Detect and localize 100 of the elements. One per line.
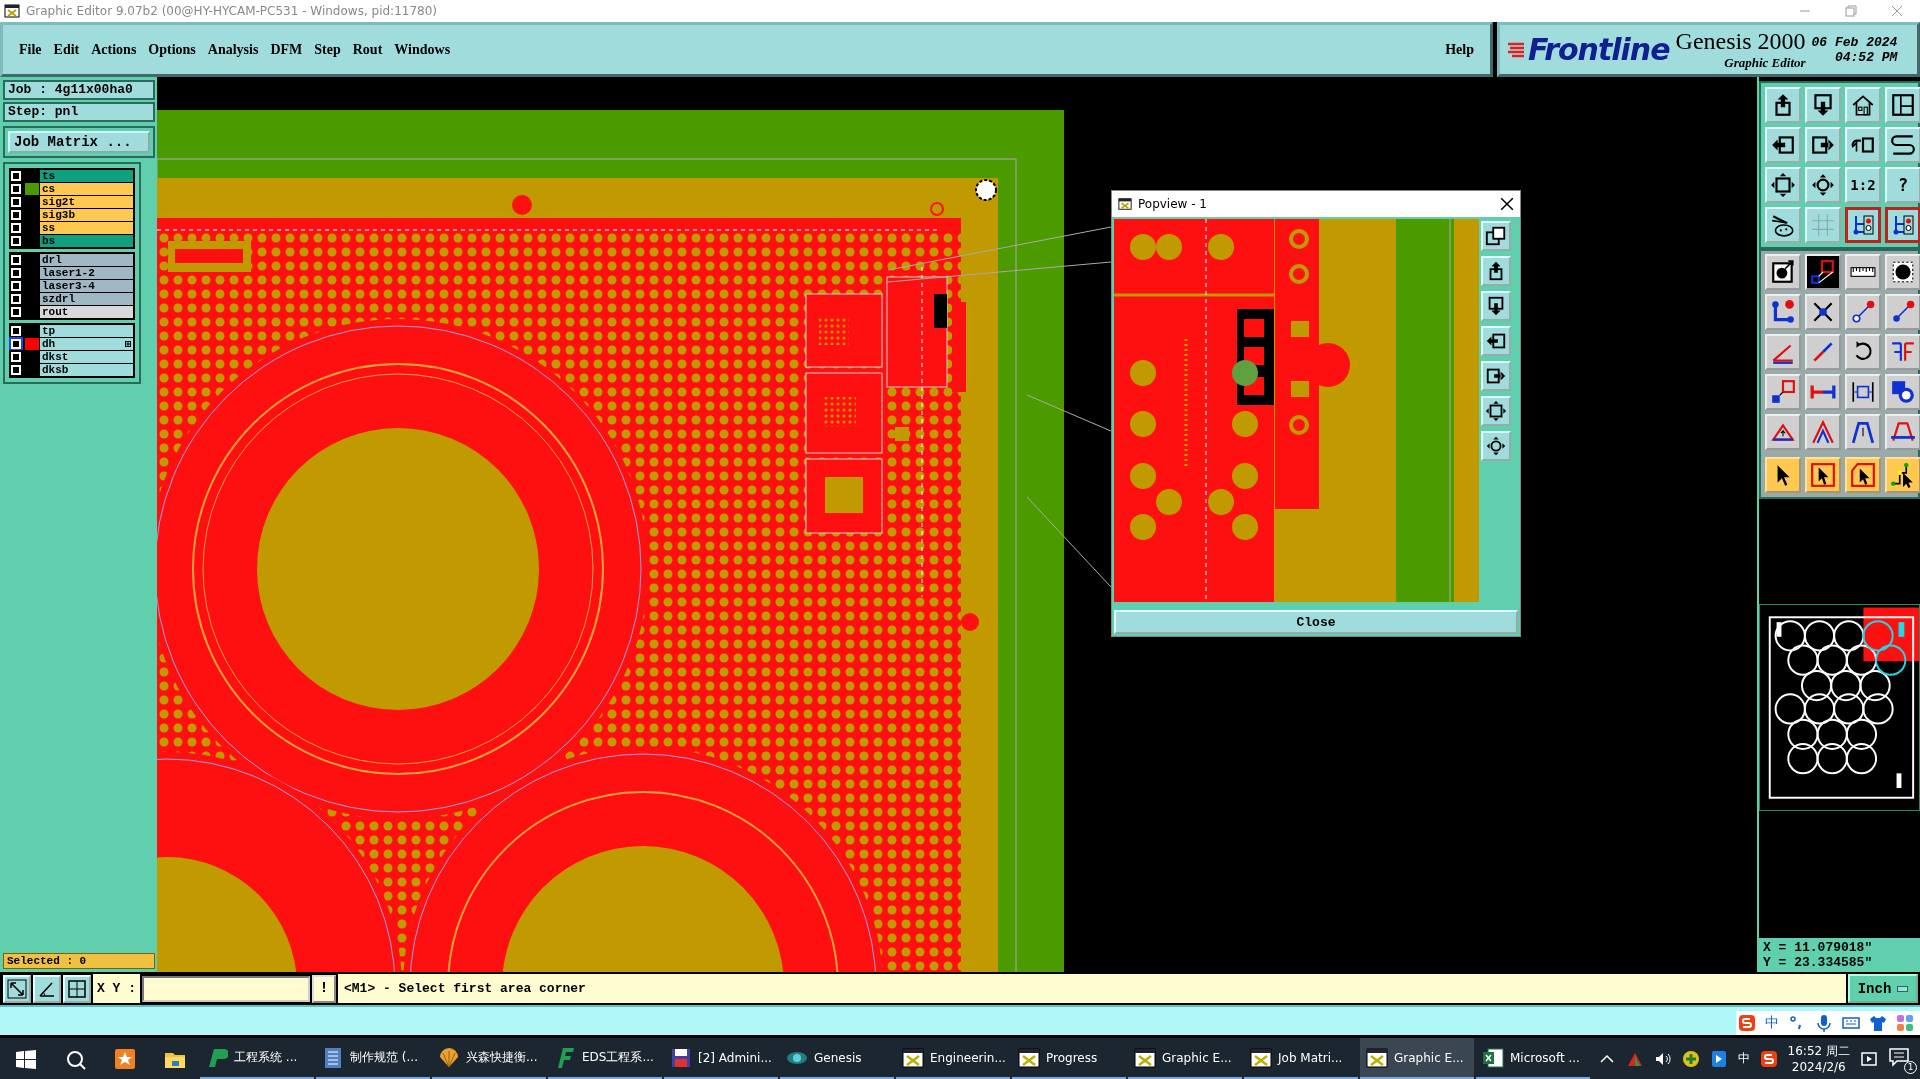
menu-item[interactable]: Actions	[85, 39, 143, 60]
layer-color-swatch[interactable]	[25, 338, 39, 350]
layer-name[interactable]: cs	[40, 183, 133, 195]
layer-name[interactable]: drl	[40, 254, 133, 266]
taskbar-app[interactable]: Engineerin...	[896, 1038, 1010, 1079]
net-nodes-icon	[1891, 212, 1915, 238]
layer-color-swatch[interactable]	[25, 183, 39, 195]
popview-tool-button[interactable]	[1481, 221, 1511, 251]
show-desktop-icon[interactable]	[1860, 1049, 1878, 1068]
taskbar-app[interactable]: Microsoft ...	[1476, 1038, 1590, 1079]
prompt-message: <M1> - Select first area corner	[338, 974, 1846, 1003]
layer-name[interactable]: bs	[40, 235, 133, 247]
menu-item[interactable]: Analysis	[201, 39, 265, 60]
copy-window-icon	[1485, 225, 1507, 247]
menu-item[interactable]: File	[13, 39, 48, 60]
layer-name[interactable]: sig2t	[40, 196, 133, 208]
menu-item[interactable]: Options	[142, 39, 202, 60]
windows-logo-icon[interactable]	[14, 1047, 36, 1070]
fit-arrows-icon	[1485, 400, 1507, 422]
center-arrows-icon	[1810, 172, 1836, 198]
app-tray-icon[interactable]	[1709, 1049, 1728, 1068]
resize-squares-icon	[1770, 379, 1796, 405]
popview-tool-button[interactable]	[1481, 361, 1511, 391]
clock-date[interactable]: 2024/2/6	[1791, 1058, 1846, 1075]
trapezoid-icon	[1850, 419, 1876, 445]
x-window-icon	[1250, 1046, 1272, 1069]
taskbar-app[interactable]: Progress	[1012, 1038, 1126, 1079]
taskbar-app[interactable]: 兴森快捷衡...	[432, 1038, 546, 1079]
net-nodes-icon	[1851, 212, 1875, 238]
status-tool-button[interactable]	[33, 974, 61, 1003]
date-text: 06 Feb 2024	[1811, 34, 1898, 50]
popview-tool-button[interactable]	[1481, 396, 1511, 426]
time-text: 04:52 PM	[1834, 49, 1898, 65]
app-icon	[4, 3, 20, 19]
p-logo-icon	[206, 1046, 228, 1069]
status-tool-button[interactable]	[3, 974, 31, 1003]
layer-name[interactable]: ss	[40, 222, 133, 234]
help-menu[interactable]: Help	[1439, 39, 1480, 60]
document-icon	[322, 1046, 344, 1069]
keyboard-icon[interactable]	[1842, 1014, 1860, 1032]
plus-circle-icon[interactable]	[1681, 1049, 1700, 1068]
taskbar-app[interactable]: 制作规范 (...	[316, 1038, 430, 1079]
taskbar-app[interactable]: 工程系统 ...	[200, 1038, 314, 1079]
xy-input-field[interactable]	[142, 975, 310, 1002]
shirt-icon[interactable]	[1869, 1014, 1887, 1032]
clock-time[interactable]: 16:52 周二	[1787, 1042, 1850, 1059]
popview-tool-button[interactable]	[1481, 326, 1511, 356]
tool-button[interactable]	[1885, 207, 1920, 243]
ime-logo-icon[interactable]	[1759, 1049, 1778, 1068]
dropdown-icon	[1897, 985, 1909, 992]
layer-name[interactable]: laser3-4	[40, 280, 133, 292]
taskbar-app[interactable]: EDS工程系...	[548, 1038, 662, 1079]
layer-name[interactable]: dh	[40, 338, 133, 350]
menu-item[interactable]: Edit	[47, 39, 86, 60]
center-arrows-icon	[1485, 435, 1507, 457]
window-icon	[1118, 197, 1132, 211]
microphone-icon[interactable]	[1815, 1014, 1833, 1032]
taskbar-app[interactable]: Graphic E...	[1128, 1038, 1242, 1079]
ime-mode[interactable]: 中	[1765, 1014, 1779, 1032]
layer-name[interactable]: laser1-2	[40, 267, 133, 279]
tool-button[interactable]: ?	[1885, 167, 1920, 203]
notification-icon[interactable]	[1888, 1045, 1910, 1068]
xy-label: X Y :	[93, 974, 140, 1003]
point-line-icon	[1890, 299, 1916, 325]
layer-name[interactable]: dkst	[40, 351, 133, 363]
layer-name[interactable]: dksb	[40, 364, 133, 376]
menu-item[interactable]: Step	[308, 39, 347, 60]
layer-name[interactable]: sig3b	[40, 209, 133, 221]
menu-item[interactable]: DFM	[264, 39, 309, 60]
pointer-box-icon	[1810, 462, 1836, 488]
layer-name[interactable]: tp	[40, 325, 133, 337]
units-button[interactable]: Inch	[1848, 974, 1918, 1003]
layer-name[interactable]: ts	[40, 170, 133, 182]
tool-button[interactable]: 1:2	[1845, 167, 1881, 203]
pad-icon	[1890, 259, 1916, 285]
menu-item[interactable]: Windows	[388, 39, 457, 60]
status-tool-button[interactable]	[63, 974, 91, 1003]
split-window-icon	[1890, 92, 1916, 118]
layer-name[interactable]: rout	[40, 306, 133, 318]
popview-tool-button[interactable]	[1481, 256, 1511, 286]
taskbar-app[interactable]: Genesis	[780, 1038, 894, 1079]
popview-tool-button[interactable]	[1481, 431, 1511, 461]
taskbar-app[interactable]: Graphic E...	[1360, 1038, 1474, 1079]
close-icon[interactable]	[1500, 197, 1514, 211]
merge-shapes-icon	[1890, 379, 1916, 405]
pointer-polygon-icon	[1850, 462, 1876, 488]
close-button[interactable]: Close	[1114, 610, 1518, 634]
tool-button[interactable]	[1845, 207, 1881, 243]
taskbar-app[interactable]: [2] Admini...	[664, 1038, 778, 1079]
selected-count: Selected : 0	[3, 953, 155, 969]
popview-tool-button[interactable]	[1481, 291, 1511, 321]
logo-text: Frontline	[1528, 32, 1670, 67]
layer-name[interactable]: szdrl	[40, 293, 133, 305]
input-language[interactable]: 中	[1737, 1050, 1750, 1067]
apps-grid-icon[interactable]	[1896, 1014, 1914, 1032]
taskbar-app[interactable]: Job Matri...	[1244, 1038, 1358, 1079]
alert-button[interactable]: !	[312, 974, 336, 1003]
x-window-icon	[1134, 1046, 1156, 1069]
menu-item[interactable]: Rout	[346, 39, 389, 60]
snap-point-icon	[1770, 259, 1796, 285]
